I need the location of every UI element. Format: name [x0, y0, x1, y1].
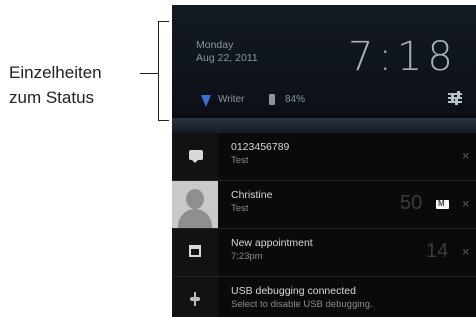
notification-subtitle: Test [231, 155, 249, 166]
notification-subtitle: Select to disable USB debugging. [231, 299, 373, 310]
notification-email[interactable]: Christine Test 50 × [172, 181, 476, 229]
battery-level: 84% [285, 94, 306, 105]
callout-label: Einzelheiten zum Status [9, 60, 102, 110]
panel-divider [172, 118, 476, 133]
notification-title: New appointment [231, 237, 313, 249]
gmail-icon [436, 199, 449, 209]
network-name: Writer [218, 94, 245, 105]
wifi-icon [201, 95, 211, 107]
close-icon[interactable]: × [462, 148, 470, 163]
date-display: Monday Aug 22, 2011 [196, 39, 258, 65]
notification-icon-box [172, 133, 218, 180]
clock: 7:18 [348, 34, 458, 80]
notification-title: Christine [231, 189, 273, 201]
day-label: Monday [196, 39, 234, 51]
status-details-panel: Monday Aug 22, 2011 7:18 Writer 84% [172, 5, 476, 115]
callout-label-line1: Einzelheiten [9, 63, 102, 82]
date-label: Aug 22, 2011 [196, 52, 258, 64]
close-icon[interactable]: × [462, 196, 470, 211]
status-details-callout: Einzelheiten zum Status [0, 0, 172, 130]
close-icon[interactable]: × [462, 244, 470, 259]
callout-label-line2: zum Status [9, 88, 95, 107]
calendar-icon [189, 245, 201, 257]
avatar [172, 181, 218, 228]
settings-icon[interactable] [448, 91, 462, 105]
notification-subtitle: Test [231, 203, 249, 214]
battery-icon [269, 94, 275, 105]
notification-title: 0123456789 [231, 141, 290, 153]
notification-icon-box [172, 229, 218, 276]
notification-usb-debugging[interactable]: USB debugging connected Select to disabl… [172, 277, 476, 317]
message-icon [189, 150, 203, 163]
phone-screen: Monday Aug 22, 2011 7:18 Writer 84% 0123… [172, 5, 476, 317]
callout-leader-line [140, 73, 158, 74]
notification-sms[interactable]: 0123456789 Test × [172, 133, 476, 181]
notification-subtitle: 7:23pm [231, 251, 263, 262]
notification-title: USB debugging connected [231, 285, 356, 297]
notification-calendar[interactable]: New appointment 7:23pm 14 × [172, 229, 476, 277]
usb-debug-icon [190, 292, 200, 306]
notification-count: 14 [426, 240, 449, 262]
notification-count: 50 [400, 192, 423, 214]
callout-bracket [158, 21, 169, 121]
notification-icon-box [172, 277, 218, 317]
